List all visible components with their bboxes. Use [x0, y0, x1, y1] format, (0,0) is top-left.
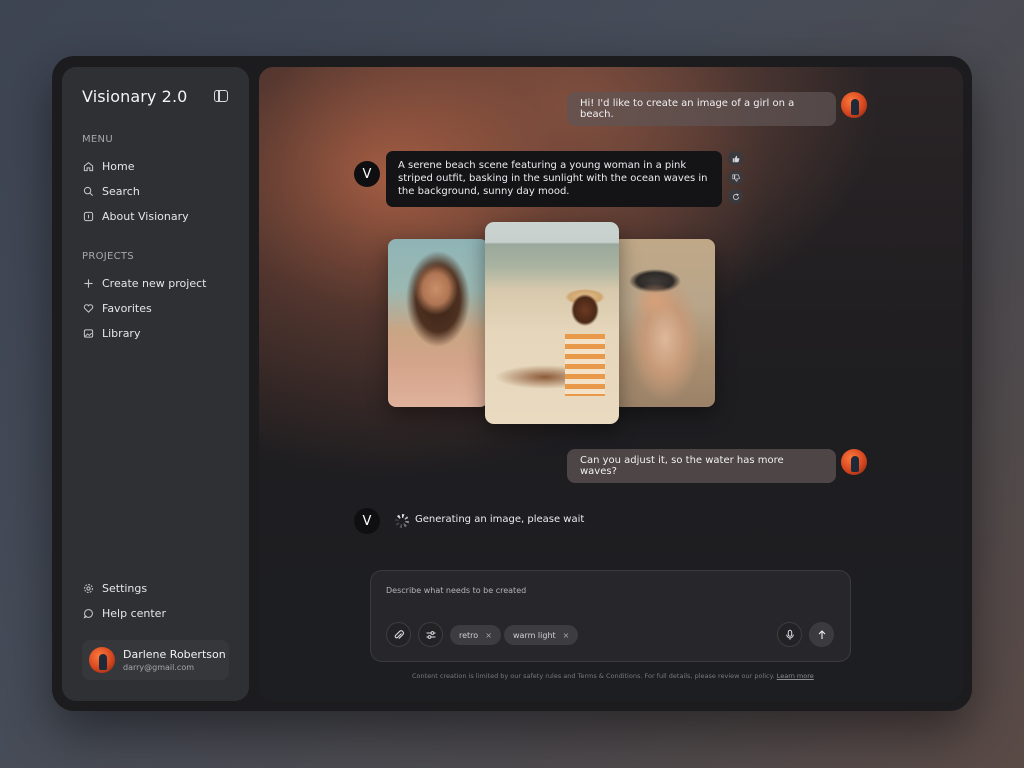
sidebar-item-home[interactable]: Home — [82, 156, 134, 176]
menu-section-label: MENU — [82, 134, 113, 145]
footer-disclaimer: Content creation is limited by our safet… — [412, 672, 814, 680]
user-avatar — [841, 92, 867, 118]
sidebar: Visionary 2.0 MENU Home Search About Vis… — [62, 67, 249, 701]
tag-chip-retro[interactable]: retro × — [450, 625, 501, 645]
image-icon — [82, 327, 94, 339]
generated-image-center[interactable] — [485, 222, 619, 424]
sidebar-item-label: Settings — [102, 581, 148, 595]
info-icon — [82, 210, 94, 222]
sidebar-item-label: Library — [102, 326, 141, 340]
thumbs-down-icon[interactable] — [728, 170, 743, 185]
regenerate-icon[interactable] — [728, 189, 743, 204]
gear-icon — [82, 582, 94, 594]
chat-bubble-icon — [82, 607, 94, 619]
user-name: Darlene Robertson — [123, 648, 226, 661]
thumbs-up-icon[interactable] — [728, 151, 743, 166]
user-avatar — [841, 449, 867, 475]
attach-icon[interactable] — [386, 622, 411, 647]
assistant-message: A serene beach scene featuring a young w… — [386, 151, 722, 208]
settings-sliders-icon[interactable] — [418, 622, 443, 647]
sidebar-item-search[interactable]: Search — [82, 181, 140, 201]
learn-more-link[interactable]: Learn more — [777, 672, 814, 680]
plus-icon — [82, 277, 94, 289]
home-icon — [82, 160, 94, 172]
sidebar-item-label: Home — [102, 159, 135, 173]
loading-spinner-icon — [395, 514, 409, 528]
sidebar-item-label: About Visionary — [102, 209, 189, 223]
tag-label: warm light — [513, 630, 556, 640]
app-title: Visionary 2.0 — [82, 87, 188, 106]
close-icon[interactable]: × — [485, 631, 492, 640]
send-arrow-icon[interactable] — [809, 622, 834, 647]
user-message: Can you adjust it, so the water has more… — [567, 449, 836, 483]
user-profile-card[interactable]: Darlene Robertson darry@gmail.com — [82, 640, 229, 680]
generation-status: Generating an image, please wait — [415, 514, 585, 525]
sidebar-item-library[interactable]: Library — [82, 323, 140, 343]
prompt-input[interactable] — [386, 586, 826, 595]
sidebar-item-label: Favorites — [102, 301, 152, 315]
footer-note-text: Content creation is limited by our safet… — [412, 672, 775, 680]
sidebar-item-label: Search — [102, 184, 140, 198]
prompt-composer: retro × warm light × — [370, 570, 851, 662]
sidebar-item-label: Create new project — [102, 276, 207, 290]
avatar — [89, 647, 115, 673]
user-email: darry@gmail.com — [123, 663, 194, 672]
tag-label: retro — [459, 630, 479, 640]
sidebar-item-about[interactable]: About Visionary — [82, 206, 189, 226]
close-icon[interactable]: × — [563, 631, 570, 640]
user-message: Hi! I'd like to create an image of a gir… — [567, 92, 836, 126]
assistant-avatar: V — [354, 161, 380, 187]
heart-icon — [82, 302, 94, 314]
tag-chip-warm-light[interactable]: warm light × — [504, 625, 579, 645]
search-icon — [82, 185, 94, 197]
sidebar-item-label: Help center — [102, 606, 166, 620]
microphone-icon[interactable] — [777, 622, 802, 647]
generated-image-left[interactable] — [388, 239, 488, 407]
sidebar-item-favorites[interactable]: Favorites — [82, 298, 152, 318]
projects-section-label: PROJECTS — [82, 251, 134, 262]
sidebar-toggle-icon[interactable] — [214, 90, 228, 102]
sidebar-item-create-project[interactable]: Create new project — [82, 273, 206, 293]
chat-panel: Hi! I'd like to create an image of a gir… — [259, 67, 963, 701]
sidebar-item-settings[interactable]: Settings — [82, 578, 147, 598]
sidebar-item-help[interactable]: Help center — [82, 603, 166, 623]
assistant-avatar: V — [354, 508, 380, 534]
generated-image-right[interactable] — [613, 239, 715, 407]
